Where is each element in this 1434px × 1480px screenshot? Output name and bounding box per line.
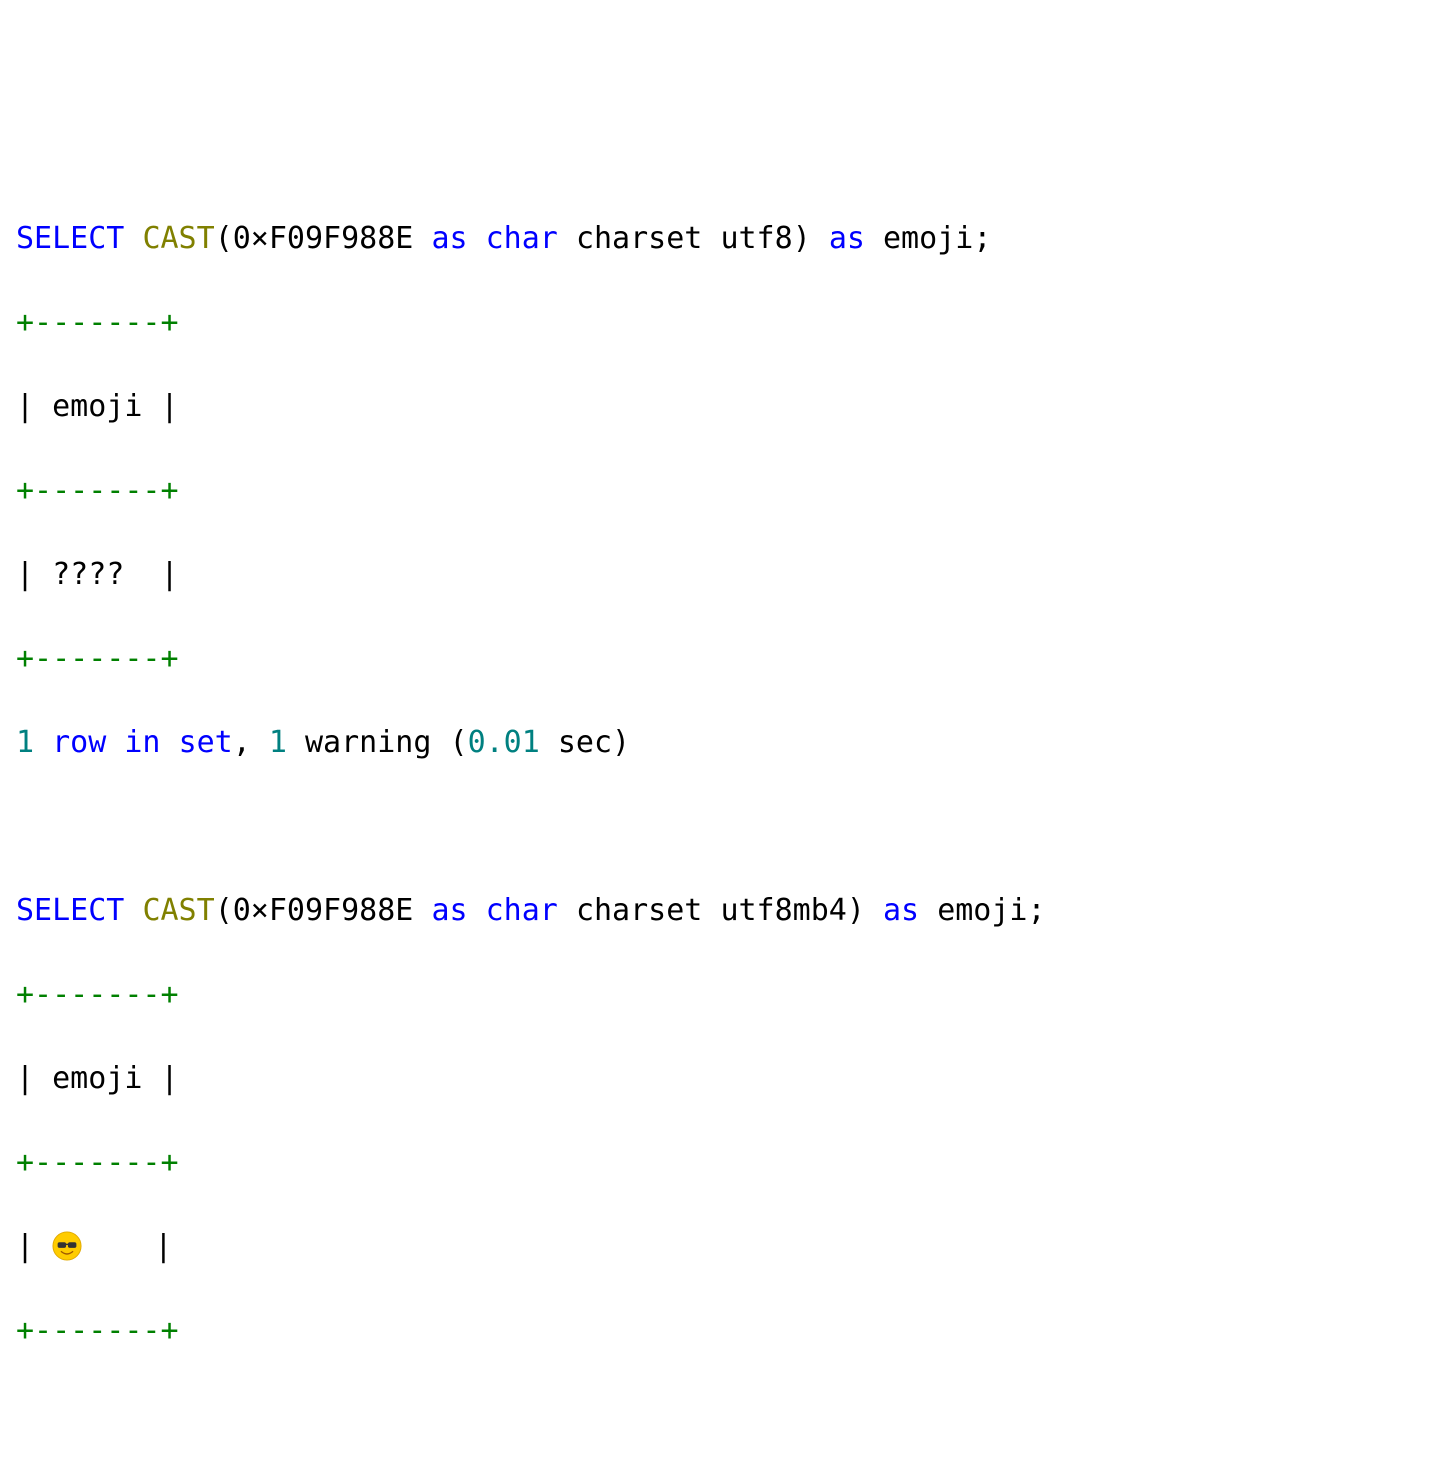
charset-name: utf8mb4 [720,893,846,928]
warning-count: 1 [269,725,287,760]
status-line-1: 1 row in set, 1 warning (0.01 sec) [16,722,1418,764]
keyword-as: as [829,221,865,256]
keyword-set: set [179,725,233,760]
table-border: +-------+ [16,470,1418,512]
keyword-select: SELECT [16,221,124,256]
table-header-row: | emoji | [16,1058,1418,1100]
keyword-charset: charset [576,221,702,256]
alias: emoji [937,893,1027,928]
table-border: +-------+ [16,1310,1418,1352]
table-border: +-------+ [16,1142,1418,1184]
query-1: SELECT CAST(0×F09F988E as char charset u… [16,218,1418,260]
keyword-as: as [431,221,467,256]
keyword-as: as [883,893,919,928]
query-2: SELECT CAST(0×F09F988E as char charset u… [16,890,1418,932]
table-border: +-------+ [16,638,1418,680]
paren-open: ( [215,221,233,256]
hex-literal: 0×F09F988E [233,893,414,928]
elapsed-time: 0.01 [468,725,540,760]
hex-literal: 0×F09F988E [233,221,414,256]
keyword-as: as [431,893,467,928]
keyword-char: char [486,221,558,256]
table-border: +-------+ [16,302,1418,344]
alias: emoji [883,221,973,256]
keyword-cast: CAST [142,893,214,928]
emoji-sunglasses-icon [52,1229,82,1264]
table-border: +-------+ [16,974,1418,1016]
table-header-row: | emoji | [16,386,1418,428]
blank-line [16,806,1418,848]
column-header: emoji [52,1061,142,1096]
charset-name: utf8 [720,221,792,256]
keyword-cast: CAST [142,221,214,256]
cell-value: ???? [52,557,124,592]
sql-terminal-output: SELECT CAST(0×F09F988E as char charset u… [16,176,1418,1394]
paren-close: ) [847,893,865,928]
paren-close: ) [793,221,811,256]
keyword-select: SELECT [16,893,124,928]
semicolon: ; [1028,893,1046,928]
keyword-charset: charset [576,893,702,928]
keyword-char: char [486,893,558,928]
table-data-row: | | [16,1226,1418,1268]
column-header: emoji [52,389,142,424]
table-data-row: | ???? | [16,554,1418,596]
keyword-row-in: row in [52,725,160,760]
paren-open: ( [215,893,233,928]
semicolon: ; [973,221,991,256]
row-count: 1 [16,725,34,760]
